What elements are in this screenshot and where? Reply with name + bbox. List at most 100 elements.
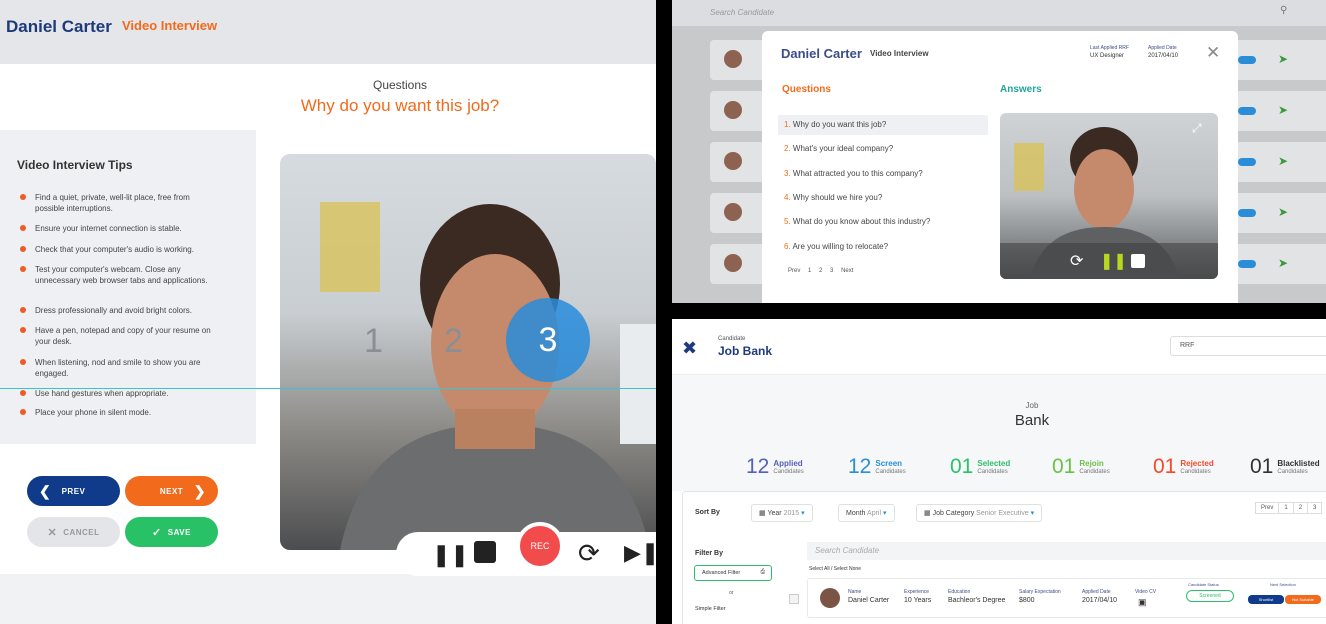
question-text: Why should we hire you?	[792, 193, 883, 202]
shortlist-button[interactable]: Shortlist	[1248, 595, 1284, 604]
stat-rejoin[interactable]: 01 Rejoin Candidates	[1052, 455, 1110, 479]
countdown-1: 1	[364, 322, 383, 360]
record-button[interactable]: REC	[516, 522, 564, 570]
pause-icon[interactable]: ❚❚	[1100, 251, 1127, 271]
dropdown-value: April	[867, 510, 882, 517]
toggle-switch[interactable]	[1238, 209, 1256, 217]
rrf-label: Last Applied RRF	[1090, 45, 1129, 51]
tip-text: When listening, nod and smile to show yo…	[35, 358, 201, 378]
send-icon[interactable]: ➤	[1278, 154, 1288, 168]
dropdown-label: Month	[846, 510, 866, 517]
bullet-icon	[20, 266, 26, 272]
question-number: 4.	[784, 193, 791, 202]
toggle-switch[interactable]	[1238, 158, 1256, 166]
question-item[interactable]: 2. What's your ideal company?	[778, 139, 988, 159]
prev-button[interactable]: ❮ PREV	[27, 476, 120, 506]
tip-text: Use hand gestures when appropriate.	[35, 389, 169, 398]
stat-applied[interactable]: 12 Applied Candidates	[746, 455, 804, 479]
search-bar[interactable]: Search Candidate ⚲	[672, 0, 1326, 26]
dropdown-label: Job Category	[932, 510, 975, 517]
stat-rejected[interactable]: 01 Rejected Candidates	[1153, 455, 1214, 479]
rrf-value: UX Designer	[1090, 53, 1125, 59]
stat-label: Screen	[875, 459, 903, 468]
toggle-switch[interactable]	[1238, 107, 1256, 115]
question-item[interactable]: 4. Why should we hire you?	[778, 188, 988, 208]
simple-filter-link[interactable]: Simple Filter	[695, 606, 726, 612]
next-label: NEXT	[159, 486, 184, 496]
question-text: What attracted you to this company?	[792, 169, 923, 178]
questions-label: Questions	[372, 78, 428, 92]
next-button[interactable]: NEXT ❯	[125, 476, 218, 506]
advanced-filter-button[interactable]: Advanced Filter ⎙	[694, 565, 772, 581]
not-suitable-button[interactable]: Not Suitable	[1285, 595, 1321, 604]
save-button[interactable]: ✓ SAVE	[125, 517, 218, 547]
pagination-page[interactable]: 3	[1307, 502, 1323, 514]
select-none-link[interactable]: Select None	[834, 566, 861, 572]
stop-icon[interactable]	[474, 541, 496, 563]
avatar	[724, 254, 742, 272]
expand-icon[interactable]: ⤢	[1192, 121, 1202, 136]
status-badge: Screened	[1186, 590, 1234, 602]
video-cv-label: Video CV	[1135, 589, 1157, 595]
send-icon[interactable]: ➤	[1278, 52, 1288, 66]
pagination-next[interactable]: Next	[841, 268, 853, 274]
skip-next-icon[interactable]: ▶❚	[624, 540, 656, 566]
send-icon[interactable]: ➤	[1278, 205, 1288, 219]
pagination-page[interactable]: 1	[1278, 502, 1294, 514]
stop-icon[interactable]	[1131, 254, 1145, 268]
question-text: What's your ideal company?	[792, 144, 894, 153]
question-item[interactable]: 6. Are you willing to relocate?	[778, 237, 988, 257]
restart-icon[interactable]: ⟳	[1070, 251, 1083, 271]
bullet-icon	[20, 246, 26, 252]
chevron-down-icon: ▾	[801, 510, 805, 517]
dropdown-value: 2015	[783, 510, 800, 517]
tip-item: Find a quiet, private, well-lit place, f…	[20, 192, 220, 214]
education-label: Education	[948, 589, 971, 595]
questions-header: Questions	[782, 84, 831, 95]
cancel-button[interactable]: ✕ CANCEL	[27, 517, 120, 547]
year-dropdown[interactable]: ▦ Year 2015 ▾	[751, 504, 813, 522]
restart-icon[interactable]: ⟳	[578, 538, 600, 569]
toggle-switch[interactable]	[1238, 260, 1256, 268]
toggle-switch[interactable]	[1238, 56, 1256, 64]
candidate-search-input[interactable]: Search Candidate	[807, 542, 1326, 560]
pagination-prev[interactable]: Prev	[1255, 502, 1280, 514]
bullet-icon	[20, 359, 26, 365]
rrf-select[interactable]: RRF	[1170, 336, 1326, 356]
question-item[interactable]: 1. Why do you want this job?	[778, 115, 988, 135]
month-dropdown[interactable]: Month April ▾	[838, 504, 895, 522]
chevron-down-icon: ▾	[883, 510, 887, 517]
pagination-page[interactable]: 1	[808, 268, 811, 274]
name-value: Daniel Carter	[848, 597, 890, 604]
stat-screen[interactable]: 12 Screen Candidates	[848, 455, 906, 479]
question-item[interactable]: 3. What attracted you to this company?	[778, 164, 988, 184]
stat-selected[interactable]: 01 Selected Candidates	[950, 455, 1010, 479]
table-row[interactable]: Name Daniel Carter Experience 10 Years E…	[807, 578, 1326, 618]
send-icon[interactable]: ➤	[1278, 103, 1288, 117]
pause-icon[interactable]: ❚❚	[432, 542, 469, 568]
salary-value: $800	[1019, 597, 1035, 604]
send-icon[interactable]: ➤	[1278, 256, 1288, 270]
question-number: 2.	[784, 144, 791, 153]
tip-item: Test your computer's webcam. Close any u…	[20, 264, 220, 286]
row-checkbox[interactable]	[789, 594, 799, 604]
candidate-name: Daniel Carter	[6, 17, 112, 36]
search-icon[interactable]: ⚲	[1280, 5, 1287, 16]
question-item[interactable]: 5. What do you know about this industry?	[778, 212, 988, 232]
stat-number: 01	[1250, 455, 1274, 478]
video-camera-icon[interactable]: ▣	[1138, 597, 1147, 608]
prev-label: PREV	[61, 486, 86, 496]
countdown-3-active: 3	[506, 298, 590, 382]
select-all-link[interactable]: Select All	[809, 566, 830, 572]
stat-blacklisted[interactable]: 01 Blacklisted Candidates	[1250, 455, 1320, 479]
pagination-prev[interactable]: Prev	[788, 268, 800, 274]
interview-label: Video Interview	[122, 18, 218, 33]
pagination-page[interactable]: 2	[819, 268, 822, 274]
pagination-page[interactable]: 2	[1292, 502, 1309, 514]
close-icon[interactable]: ✕	[1206, 43, 1220, 63]
tip-item: Place your phone in silent mode.	[20, 407, 220, 418]
bullet-icon	[20, 225, 26, 231]
pagination-page[interactable]: 3	[830, 268, 833, 274]
job-category-dropdown[interactable]: ▦ Job Category Senior Executive ▾	[916, 504, 1043, 522]
education-value: Bachleor's Degree	[948, 597, 1006, 604]
